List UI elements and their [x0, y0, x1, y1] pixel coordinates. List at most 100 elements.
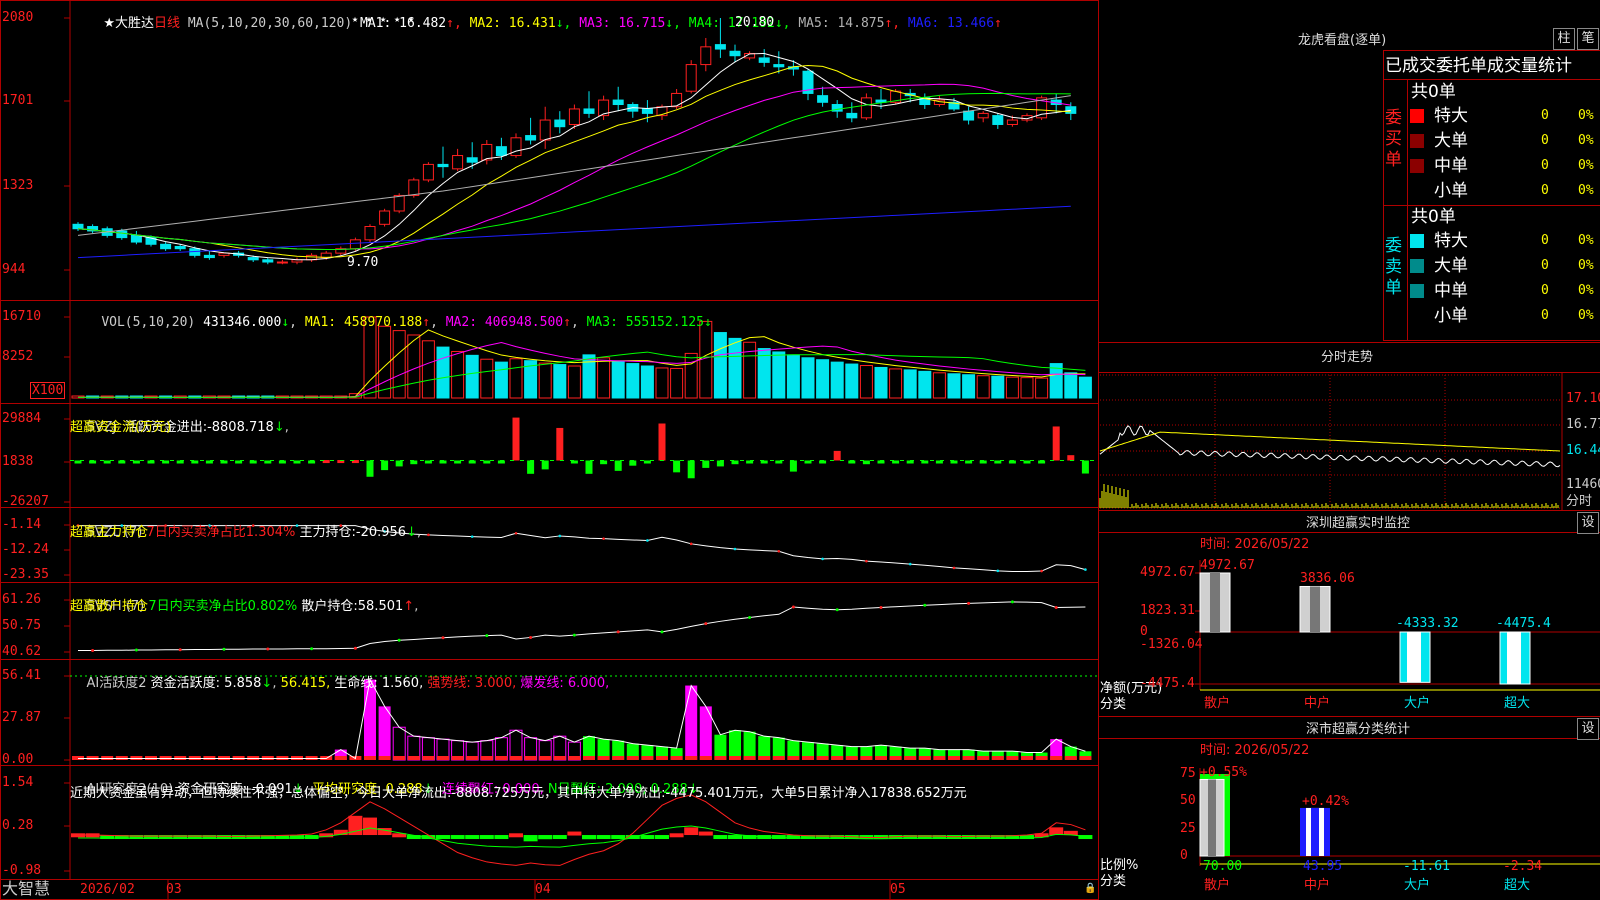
classstat-xlabel: 分类: [1100, 874, 1127, 889]
volume-bar: [1020, 377, 1034, 399]
ai2-base: [393, 756, 406, 760]
volume-bar: [670, 367, 684, 399]
fund-flow-bar: [381, 460, 389, 471]
candle-body: [247, 257, 259, 261]
volume-bar: [567, 365, 581, 399]
classstat-title: 深市超赢分类统计: [1306, 722, 1411, 737]
retail-holding-dot: [134, 648, 138, 652]
classstat-value: -2.34: [1503, 859, 1543, 874]
volume-bar: [626, 363, 640, 399]
ai2-base: [539, 756, 552, 760]
vol-unit[interactable]: X100: [30, 382, 66, 399]
vol-header: VOL(5,10,20) 431346.000↓, MA1: 458970.18…: [101, 315, 712, 330]
intraday-price-line: [1099, 425, 1561, 468]
ma-label-6: MA6: 13.466: [907, 16, 995, 31]
tick-mode-button[interactable]: 笔: [1577, 28, 1599, 50]
candle-body: [568, 108, 580, 125]
fund-flow-bar: [731, 460, 739, 465]
monitor-category: 中户: [1304, 696, 1331, 711]
fund-flow-bar: [512, 417, 520, 461]
classstat-value: 70.00: [1203, 859, 1243, 874]
bar-mode-button[interactable]: 柱: [1553, 28, 1575, 50]
fund-flow-bar: [658, 423, 666, 461]
vol-ma1: MA1: 458970.188: [304, 315, 423, 330]
candle-body: [116, 230, 128, 239]
classstat-ylabel: 比例%: [1100, 858, 1139, 873]
ai2-base: [977, 756, 990, 760]
ai2-base: [875, 756, 887, 760]
main-holding-dot: [689, 542, 693, 546]
ai2-base: [1064, 756, 1077, 760]
ai2-base: [364, 756, 376, 760]
monitor-bar-shade: [1310, 586, 1320, 632]
y-tick-label: 944: [2, 262, 26, 277]
ma-label-3: MA3: 16.715: [579, 16, 666, 31]
period-label[interactable]: 日线: [154, 16, 180, 31]
research-bar: [567, 831, 582, 836]
research-bar: [728, 835, 742, 840]
y-tick-label: 1838: [2, 454, 34, 469]
candle-body: [481, 143, 493, 161]
fund-flow-bar: [1067, 455, 1075, 461]
ai2-base: [743, 756, 756, 760]
buy-row-name: 大单: [1434, 131, 1468, 151]
candle-body: [72, 223, 84, 230]
sell-row-name: 中单: [1434, 281, 1468, 301]
ai2-base: [407, 756, 420, 760]
research-bar: [596, 835, 611, 840]
buy-row-count: 0: [1541, 158, 1549, 173]
ai2-base: [1050, 756, 1063, 760]
svsh-value: 58.501: [357, 599, 404, 614]
svzl-ratio: 7日内买卖净占比1.304%: [146, 525, 296, 540]
sell-row-name: 特大: [1434, 231, 1468, 251]
classstat-category: 散户: [1204, 878, 1231, 893]
ai2-base: [597, 756, 610, 760]
monitor-settings-button[interactable]: 设: [1577, 512, 1599, 534]
ai2-bar: [378, 706, 391, 760]
fund-flow-bar: [103, 460, 111, 464]
ai2-base: [1006, 756, 1019, 760]
research-bar: [509, 833, 523, 838]
research-bar: [713, 835, 728, 840]
fund-flow-bar: [1023, 460, 1031, 464]
classstat-category: 超大: [1504, 878, 1531, 893]
ai2-strong: 强势线: 3.000,: [427, 676, 517, 691]
retail-holding-dot: [353, 646, 357, 650]
ma-label-5: MA5: 14.875: [798, 16, 885, 31]
volume-bar: [597, 357, 611, 399]
svsh-ratio: 7日内买卖净占比0.802%: [148, 599, 298, 614]
volume-bar: [684, 352, 698, 399]
research-bar: [479, 835, 494, 840]
ai2-bar: [261, 756, 274, 760]
monitor-title: 深圳超赢实时监控: [1306, 516, 1411, 531]
x-label-mar: 03: [166, 882, 182, 897]
y-tick-label: -26207: [2, 494, 49, 509]
x-label-may: 05: [890, 882, 906, 897]
ai2-bar: [232, 756, 245, 760]
sell-row-swatch: [1410, 284, 1424, 298]
classstat-settings-button[interactable]: 设: [1577, 718, 1599, 740]
monitor-category: 大户: [1404, 696, 1431, 711]
high-marker: 20.80: [735, 15, 775, 30]
lock-icon[interactable]: 🔒: [1084, 881, 1096, 896]
candle-body: [276, 261, 288, 264]
stock-name[interactable]: 大胜达: [115, 16, 154, 31]
volume-bar: [538, 362, 552, 399]
sell-row-swatch: [1410, 309, 1424, 323]
research-bar: [363, 817, 377, 836]
fund-flow-bar: [614, 460, 622, 471]
research-bar: [655, 835, 669, 840]
main-holding-dot: [470, 535, 474, 538]
volume-bar: [509, 358, 523, 399]
fund-flow-bar: [366, 460, 374, 477]
main-holding-dot: [821, 557, 824, 561]
y-tick-label: 2080: [2, 10, 34, 25]
ai2-base: [816, 756, 829, 760]
volume-bar: [786, 354, 800, 399]
candle-body: [452, 155, 464, 170]
candle-body: [262, 259, 274, 263]
retail-holding-dot: [660, 630, 664, 634]
ai2-bar: [509, 729, 523, 761]
ai2-base: [451, 756, 464, 760]
ai-research-comment: 近期大资金虽有异动，但持续性不强，总体偏空，今日大单净流出:-8808.725万…: [70, 786, 967, 801]
